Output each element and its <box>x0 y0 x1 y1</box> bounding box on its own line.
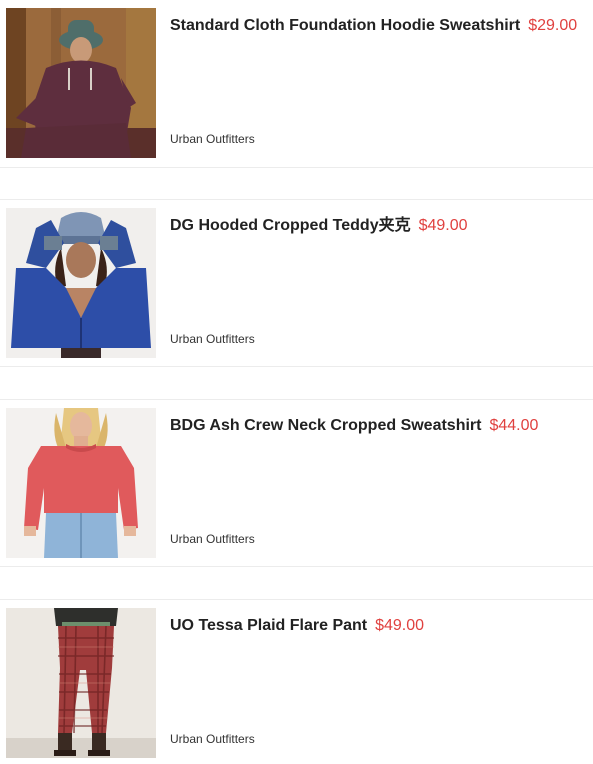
teddy-jacket-photo-icon <box>6 208 156 358</box>
product-title-row: BDG Ash Crew Neck Cropped Sweatshirt $44.… <box>170 415 585 437</box>
product-card[interactable]: Standard Cloth Foundation Hoodie Sweatsh… <box>0 0 593 168</box>
product-card[interactable]: DG Hooded Cropped Teddy夹克 $49.00 Urban Ou… <box>0 199 593 367</box>
product-title-row: UO Tessa Plaid Flare Pant $49.00 <box>170 615 585 637</box>
product-price: $49.00 <box>418 217 468 234</box>
product-title[interactable]: UO Tessa Plaid Flare Pant <box>170 617 367 634</box>
product-brand: Urban Outfitters <box>170 732 255 746</box>
product-brand: Urban Outfitters <box>170 532 255 546</box>
hoodie-photo-icon <box>6 8 156 158</box>
sweatshirt-photo-icon <box>6 408 156 558</box>
product-brand: Urban Outfitters <box>170 332 255 346</box>
product-title[interactable]: BDG Ash Crew Neck Cropped Sweatshirt <box>170 417 481 434</box>
product-list: Standard Cloth Foundation Hoodie Sweatsh… <box>0 0 593 764</box>
product-price: $44.00 <box>489 417 539 434</box>
product-title[interactable]: Standard Cloth Foundation Hoodie Sweatsh… <box>170 17 520 34</box>
plaid-pant-photo-icon <box>6 608 156 758</box>
product-title-row: Standard Cloth Foundation Hoodie Sweatsh… <box>170 15 585 37</box>
product-title-row: DG Hooded Cropped Teddy夹克 $49.00 <box>170 215 585 237</box>
product-image[interactable] <box>6 608 156 758</box>
product-card[interactable]: BDG Ash Crew Neck Cropped Sweatshirt $44.… <box>0 399 593 567</box>
product-card[interactable]: UO Tessa Plaid Flare Pant $49.00 Urban Ou… <box>0 599 593 764</box>
product-image[interactable] <box>6 208 156 358</box>
product-title[interactable]: DG Hooded Cropped Teddy夹克 <box>170 217 411 234</box>
product-price: $29.00 <box>528 17 578 34</box>
product-image[interactable] <box>6 408 156 558</box>
product-price: $49.00 <box>375 617 425 634</box>
product-brand: Urban Outfitters <box>170 132 255 146</box>
product-image[interactable] <box>6 8 156 158</box>
